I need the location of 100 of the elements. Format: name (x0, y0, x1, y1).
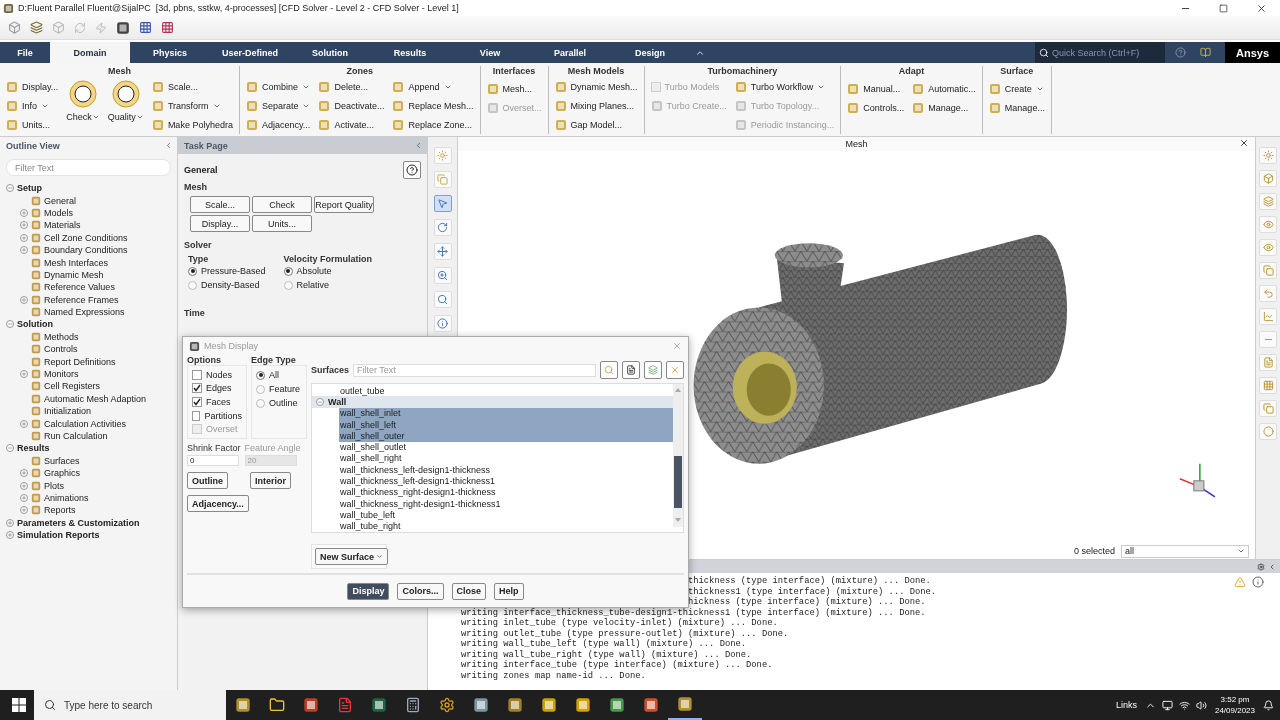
network-icon[interactable] (1178, 699, 1190, 711)
tree-item[interactable]: Reference Values (0, 281, 177, 294)
ribbon-tab[interactable]: User-Defined (210, 42, 290, 63)
search-tool[interactable] (433, 291, 452, 308)
collapse-icon[interactable] (6, 444, 14, 453)
tree-item[interactable]: Mesh Interfaces (0, 256, 177, 269)
ribbon-button[interactable]: Turbo Workflow (734, 77, 835, 96)
tree-item[interactable]: General (0, 194, 177, 207)
calculator-icon[interactable] (405, 697, 421, 713)
tree-item[interactable]: Reference Frames (0, 293, 177, 306)
ribbon-button[interactable]: Transform (151, 96, 233, 115)
eye-tool[interactable] (1259, 239, 1277, 256)
ribbon-button[interactable]: Create (988, 79, 1045, 98)
app-icon[interactable] (643, 697, 659, 713)
adjacency-button[interactable]: Adjacency... (187, 495, 249, 512)
tree-item[interactable]: Cell Zone Conditions (0, 231, 177, 244)
new-surface-button[interactable]: New Surface (315, 548, 389, 565)
app-icon[interactable] (507, 697, 523, 713)
expand-icon[interactable] (20, 419, 28, 428)
toolbar-label[interactable]: Links (1115, 700, 1137, 710)
ribbon-tab[interactable]: Physics (130, 42, 210, 63)
tree-item[interactable]: Solution (0, 318, 177, 331)
tree-item[interactable]: Results (0, 442, 177, 455)
checkbox[interactable] (192, 369, 202, 380)
ribbon-button[interactable]: Combine (245, 77, 311, 96)
list-item[interactable]: wall_thickness_left-design1-thickness (339, 464, 673, 476)
ribbon-button[interactable]: Dynamic Mesh... (554, 77, 638, 96)
ribbon-button[interactable]: Delete... (318, 77, 385, 96)
warning-icon[interactable] (1234, 576, 1246, 588)
ribbon-button[interactable]: Display... (6, 77, 59, 96)
tree-item[interactable]: Monitors (0, 367, 177, 381)
list-button[interactable] (622, 361, 640, 379)
report-quality-button[interactable]: Report Quality (314, 196, 374, 213)
radio-label[interactable]: Absolute (296, 266, 332, 276)
ribbon-button[interactable]: Check (66, 77, 100, 122)
expand-icon[interactable] (20, 493, 28, 502)
list-item[interactable]: wall_tube_right (339, 520, 673, 532)
tree-item[interactable]: Methods (0, 330, 177, 344)
expand-icon[interactable] (20, 246, 28, 255)
filter-field[interactable]: Filter Text (353, 363, 596, 377)
outline-button[interactable]: Outline (187, 472, 228, 489)
expand-icon[interactable] (6, 531, 14, 540)
cube-icon[interactable] (52, 21, 65, 34)
restore-icon[interactable] (1218, 3, 1228, 13)
cube-tool[interactable] (1259, 170, 1277, 187)
app-icon[interactable] (609, 697, 625, 713)
help-icon[interactable] (1174, 47, 1186, 58)
ribbon-tab[interactable]: Solution (290, 42, 370, 63)
taskbar-search-field[interactable]: Type here to search (34, 690, 226, 720)
ribbon-button[interactable]: Manage... (912, 98, 976, 117)
tree-item[interactable]: Initialization (0, 405, 177, 418)
quick-search-field[interactable]: Quick Search (Ctrl+F) (1035, 42, 1165, 63)
circle-tool[interactable] (1259, 423, 1277, 440)
ribbon-button[interactable]: Deactivate... (318, 96, 385, 115)
collapse-icon[interactable] (6, 184, 14, 193)
radio-button[interactable] (188, 266, 197, 276)
dialog-button[interactable]: Display (347, 582, 390, 600)
tree-item[interactable]: Cell Registers (0, 380, 177, 393)
ribbon-tab[interactable]: File (0, 42, 50, 63)
dialog-button[interactable]: Colors... (397, 582, 444, 600)
tree-item[interactable]: Dynamic Mesh (0, 268, 177, 282)
ribbon-button[interactable]: Mixing Planes... (554, 96, 638, 115)
dialog-button[interactable]: Help (494, 582, 524, 600)
info-icon[interactable] (1252, 576, 1264, 588)
filter-button[interactable] (600, 361, 618, 379)
book-icon[interactable] (1199, 47, 1211, 58)
grid-tool[interactable] (1259, 377, 1277, 394)
shrink-factor-field[interactable]: 0 (187, 455, 239, 466)
tree-item[interactable]: Reports (0, 504, 177, 517)
ribbon-button[interactable]: Scale... (151, 77, 233, 96)
expand-icon[interactable] (20, 481, 28, 490)
app-icon[interactable] (371, 697, 387, 713)
grid-icon[interactable] (139, 21, 152, 34)
pointer-tool[interactable] (433, 195, 452, 212)
ribbon-tab[interactable]: Results (370, 42, 450, 63)
sun-tool[interactable] (433, 147, 452, 164)
tree-item[interactable]: Setup (0, 182, 177, 195)
radio-button[interactable] (256, 370, 265, 380)
list-item[interactable]: wall_shell_right (339, 452, 673, 465)
collapse-icon[interactable] (164, 141, 173, 150)
tree-item[interactable]: Surfaces (0, 454, 177, 467)
ribbon-button[interactable]: Quality (107, 77, 144, 122)
app-icon[interactable] (303, 697, 319, 713)
layers-tool[interactable] (1259, 193, 1277, 210)
app-icon[interactable] (473, 697, 489, 713)
undo-tool[interactable] (1259, 285, 1277, 302)
collapse-icon[interactable] (6, 320, 14, 329)
ribbon-tab[interactable]: Domain (50, 42, 130, 63)
ribbon-button[interactable]: Manage... (988, 98, 1045, 117)
app-icon[interactable] (235, 697, 251, 713)
scale-button[interactable]: Scale... (190, 196, 250, 213)
list-item[interactable]: wall_shell_outer (339, 430, 673, 442)
units-button[interactable]: Units... (252, 215, 312, 232)
collapse-icon[interactable] (1268, 562, 1276, 571)
selection-dropdown[interactable]: all (1121, 544, 1249, 558)
ribbon-button[interactable]: Info (6, 96, 59, 115)
copy-tool[interactable] (1259, 262, 1277, 279)
ribbon-button[interactable]: Manual... (847, 79, 905, 98)
list-item[interactable]: wall_shell_outlet (339, 441, 673, 453)
checkbox-label[interactable]: Faces (206, 397, 231, 407)
